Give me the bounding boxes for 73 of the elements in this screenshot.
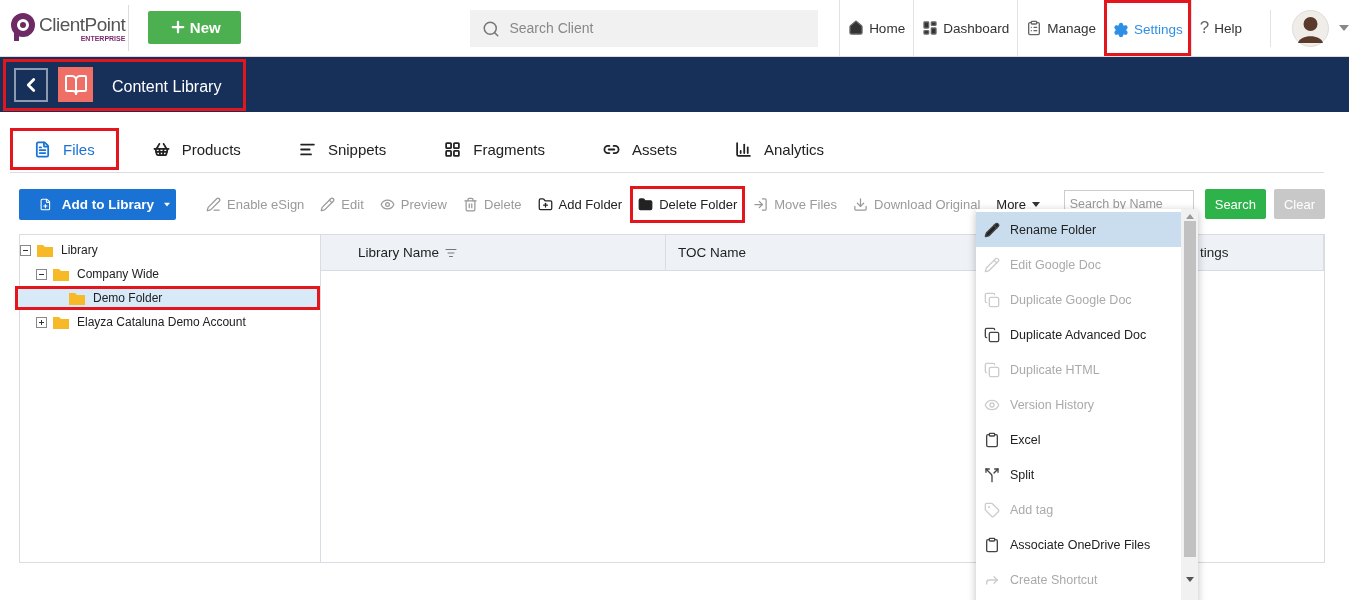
pencil-icon — [984, 256, 1000, 273]
avatar[interactable] — [1292, 9, 1329, 47]
copy-icon — [984, 326, 1000, 343]
folder-plus-icon — [537, 196, 553, 212]
tab[interactable]: Analytics — [710, 128, 848, 170]
search-field[interactable]: Search Client — [470, 9, 819, 47]
collapse-icon[interactable] — [36, 268, 47, 280]
nav-link[interactable]: Settings — [1104, 0, 1191, 56]
arrow-into-box-icon — [753, 196, 769, 212]
menu-item[interactable]: Split — [976, 457, 1181, 492]
sort-icon[interactable] — [445, 246, 458, 259]
eye-icon — [379, 196, 395, 212]
tab[interactable]: Products — [128, 128, 265, 170]
tree-item[interactable]: Elayza Cataluna Demo Account — [15, 310, 320, 334]
copy-icon — [984, 291, 1000, 308]
column-header[interactable]: Library Name — [358, 245, 440, 260]
column-header[interactable]: tings — [1200, 245, 1229, 260]
clipboard-icon — [1026, 20, 1043, 36]
logo-icon — [10, 13, 36, 43]
expand-icon[interactable] — [36, 316, 47, 328]
copy-icon — [984, 361, 1000, 378]
trash-icon — [463, 196, 478, 212]
nav-link[interactable]: Manage — [1017, 0, 1104, 56]
pencil-icon — [984, 221, 1000, 238]
nav-link[interactable]: Home — [839, 0, 914, 56]
tree-item[interactable]: Library — [15, 238, 320, 262]
menu-item[interactable]: Associate OneDrive Files — [976, 527, 1181, 562]
back-button[interactable] — [14, 67, 48, 102]
book-icon — [58, 67, 93, 102]
toolbar-action[interactable]: Delete Folder — [630, 185, 746, 223]
file-icon — [34, 140, 51, 158]
logo-text: ClientPoint — [39, 14, 126, 35]
folder-icon — [638, 196, 654, 212]
folder-icon — [37, 243, 53, 257]
collapse-icon[interactable] — [20, 244, 31, 256]
settings-icon — [1113, 21, 1129, 38]
nav-link[interactable]: ? Help — [1190, 0, 1250, 56]
tab[interactable]: Assets — [578, 128, 701, 170]
caret-icon[interactable] — [1339, 25, 1349, 31]
folder-icon — [69, 291, 85, 305]
tree-item[interactable]: Company Wide — [15, 262, 320, 286]
nav-link[interactable]: Dashboard — [913, 0, 1018, 56]
signature-icon — [206, 196, 221, 212]
search-icon — [482, 19, 501, 38]
tag-icon — [984, 501, 1000, 518]
menu-item[interactable]: Rename Folder — [976, 212, 1181, 247]
split-icon — [984, 466, 1000, 483]
tab[interactable]: Fragments — [420, 128, 569, 170]
folder-icon — [53, 267, 69, 281]
download-icon — [853, 196, 869, 212]
dashboard-icon — [922, 20, 939, 36]
menu-item[interactable]: Duplicate Advanced Doc — [976, 317, 1181, 352]
folder-icon — [53, 315, 69, 329]
toolbar-action[interactable]: Add Folder — [529, 185, 631, 223]
menu-item[interactable]: Excel — [976, 422, 1181, 457]
help-icon: ? — [1199, 18, 1210, 38]
basket-icon — [152, 140, 170, 158]
clipboard-icon — [984, 431, 1000, 448]
grid-icon — [444, 140, 462, 158]
tab[interactable]: Files — [10, 128, 119, 170]
tree-item[interactable]: Demo Folder — [15, 286, 320, 310]
pencil-icon — [320, 196, 336, 212]
caret-icon — [1031, 201, 1040, 207]
clipboard-icon — [984, 536, 1000, 553]
tab[interactable]: Snippets — [274, 128, 411, 170]
column-header[interactable]: TOC Name — [678, 245, 746, 260]
add-to-library-button[interactable]: Add to Library — [19, 188, 176, 220]
scrollbar[interactable] — [1181, 209, 1198, 600]
scroll-down-icon[interactable] — [1185, 577, 1194, 582]
chart-icon — [734, 140, 752, 158]
home-icon — [848, 20, 865, 36]
caret-icon — [164, 201, 170, 207]
page-title: Content Library — [112, 77, 222, 96]
